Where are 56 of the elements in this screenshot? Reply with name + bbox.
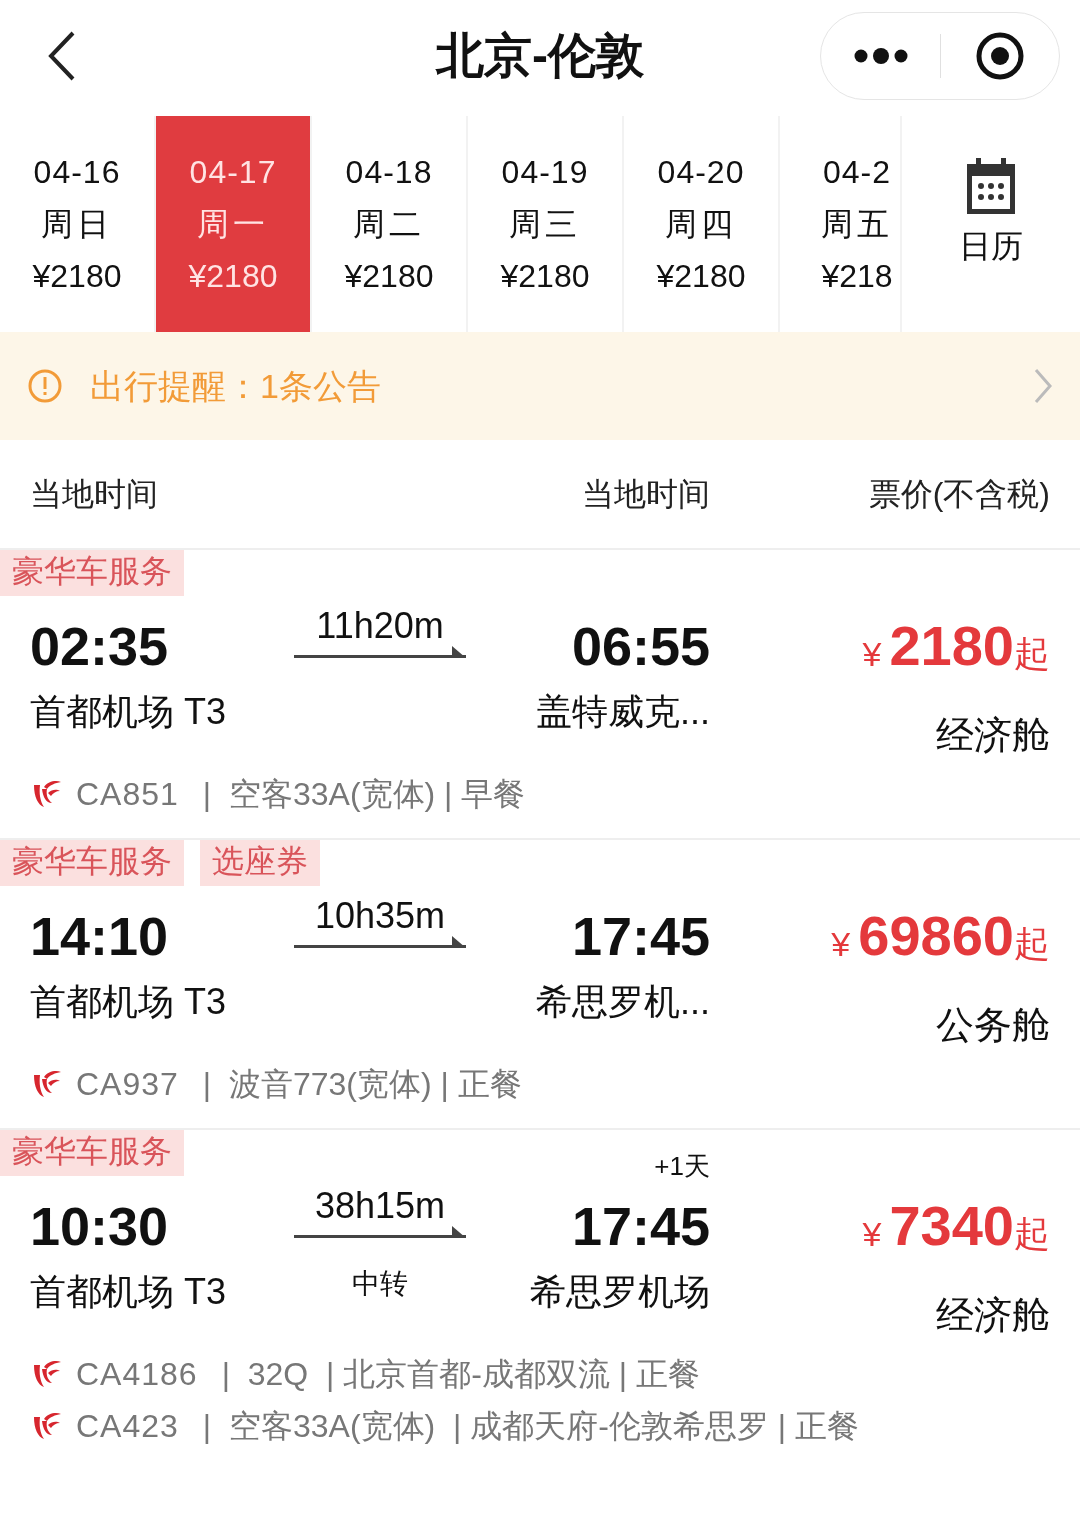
- price-suffix: 起: [1014, 632, 1050, 676]
- day-offset: +1天: [654, 1150, 710, 1182]
- cabin-class: 经济舱: [936, 1293, 1050, 1338]
- flight-duration: 11h20m: [316, 606, 444, 646]
- flight-price: 7340: [889, 1194, 1014, 1258]
- departure-time: 02:35: [30, 615, 170, 678]
- flight-details: | 波音773(宽体) | 正餐: [202, 1065, 522, 1104]
- price-suffix: 起: [1014, 922, 1050, 966]
- currency-symbol: ¥: [862, 634, 882, 675]
- departure-time: 14:10: [30, 905, 170, 968]
- flight-price: 2180: [889, 614, 1014, 678]
- arrival-airport: 希思罗机...: [536, 980, 710, 1024]
- flight-number: CA423: [76, 1407, 179, 1446]
- departure-time: 10:30: [30, 1195, 170, 1258]
- arrival-time: 06:55: [571, 615, 710, 678]
- column-header: 票价(不含税): [867, 475, 1050, 514]
- notice-text: 出行提醒：1条公告: [90, 365, 381, 407]
- calendar-icon: [964, 158, 1018, 214]
- back-icon: [47, 30, 77, 82]
- flight-duration: 38h15m: [314, 1186, 446, 1226]
- page-title: 北京-伦敦: [436, 28, 644, 84]
- flight-details: | 32Q | 北京首都-成都双流 | 正餐: [221, 1355, 700, 1394]
- arrow-icon: [294, 646, 466, 660]
- currency-symbol: ¥: [831, 924, 851, 965]
- service-tag: 豪华车服务: [0, 1130, 184, 1176]
- flight-price: 69860: [858, 904, 1014, 968]
- service-tag: 豪华车服务: [0, 550, 184, 596]
- departure-airport: 首都机场 T3: [30, 980, 227, 1024]
- departure-airport: 首都机场 T3: [30, 1270, 227, 1314]
- departure-airport: 首都机场 T3: [30, 690, 227, 734]
- target-icon: [975, 31, 1025, 81]
- arrival-airport: 盖特威克...: [536, 690, 710, 734]
- flight-details: | 空客33A(宽体) | 早餐: [202, 775, 526, 814]
- more-icon: [852, 48, 909, 64]
- cabin-class: 经济舱: [936, 713, 1050, 758]
- flight-number: CA937: [76, 1065, 179, 1104]
- arrival-time: 17:45: [571, 905, 710, 968]
- transfer-label: 中转: [352, 1267, 408, 1301]
- flight-number: CA851: [76, 775, 179, 814]
- flight-duration: 10h35m: [314, 896, 446, 936]
- date-tab[interactable]: 04-17 周一 ¥2180: [156, 116, 312, 332]
- currency-symbol: ¥: [862, 1214, 882, 1255]
- arrow-icon: [294, 1226, 466, 1240]
- flight-number: CA4186: [76, 1355, 198, 1394]
- chevron-right-icon: [1034, 368, 1052, 404]
- cabin-class: 公务舱: [936, 1003, 1050, 1048]
- flight-details: | 空客33A(宽体) | 成都天府-伦敦希思罗 | 正餐: [202, 1407, 859, 1446]
- arrival-airport: 希思罗机场: [530, 1270, 710, 1314]
- column-header: 当地时间: [581, 475, 710, 514]
- arrow-icon: [294, 936, 466, 950]
- warning-icon: [28, 369, 62, 403]
- price-suffix: 起: [1014, 1212, 1050, 1256]
- column-header: 当地时间: [30, 475, 159, 514]
- arrival-time: 17:45: [571, 1195, 710, 1258]
- service-tag: 选座券: [200, 840, 320, 886]
- service-tag: 豪华车服务: [0, 840, 184, 886]
